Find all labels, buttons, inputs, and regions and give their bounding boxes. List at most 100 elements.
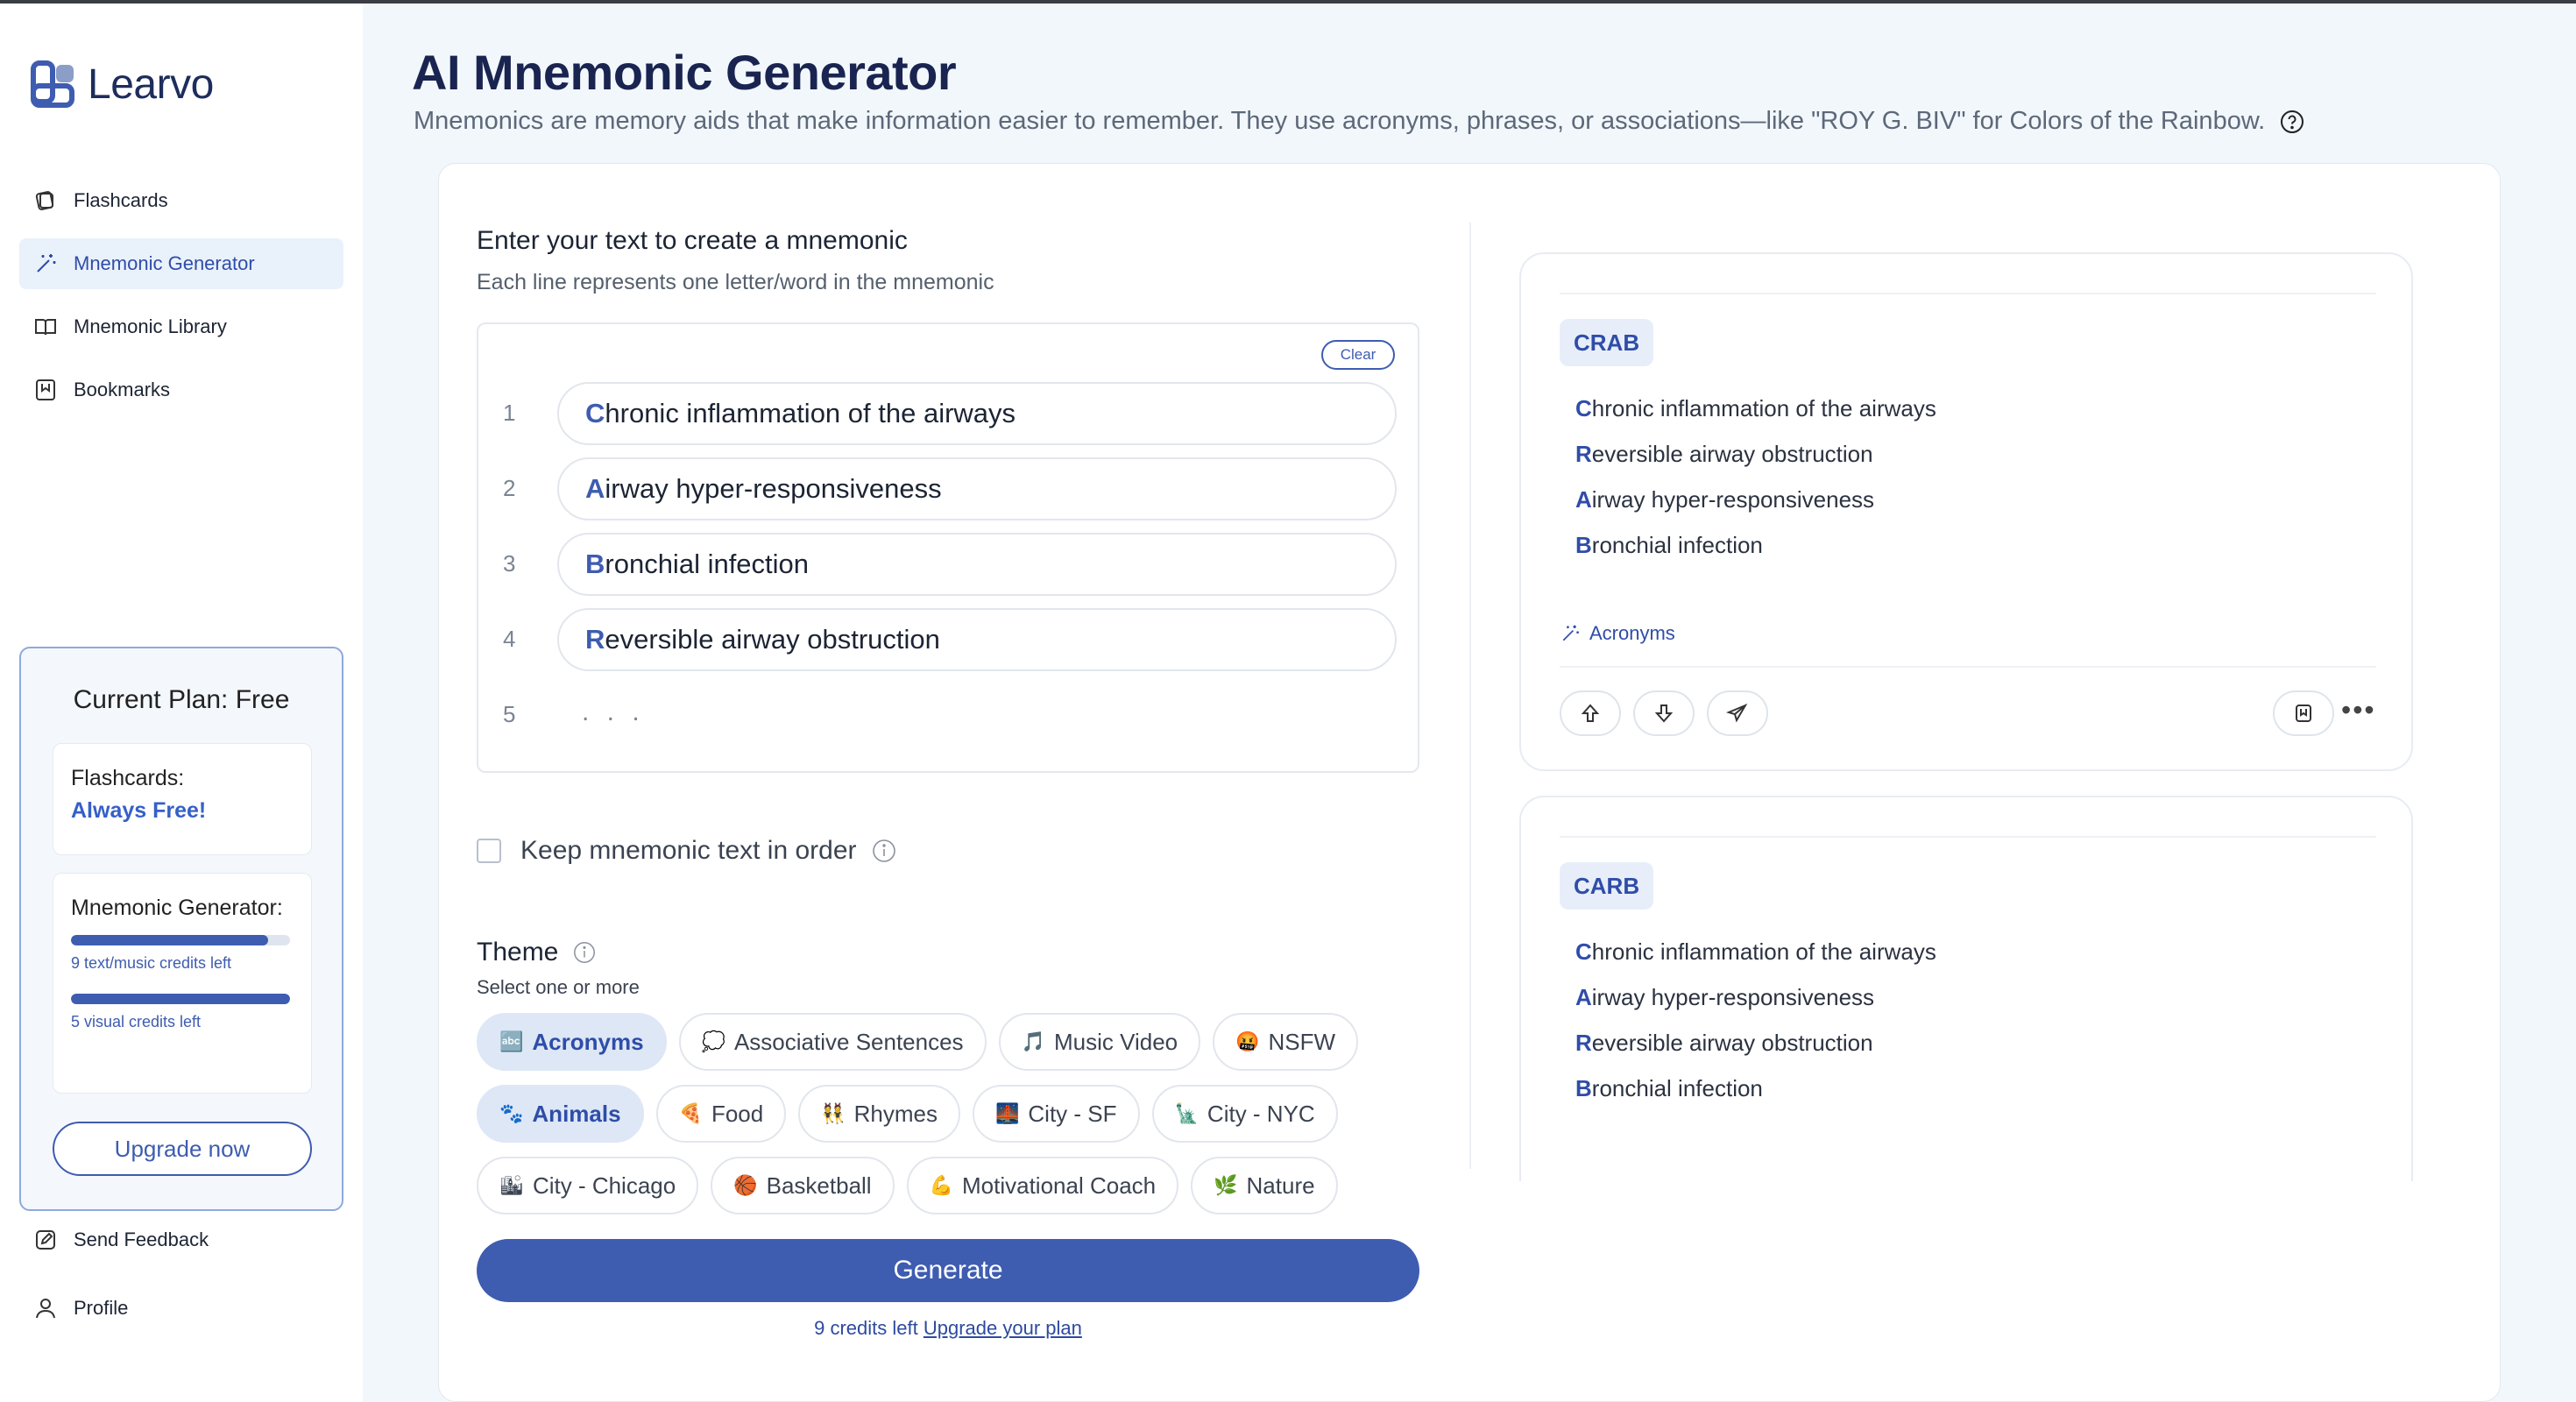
downvote-button[interactable]	[1633, 690, 1695, 736]
user-icon	[36, 1299, 55, 1319]
chip-label: NSFW	[1268, 1028, 1336, 1055]
result-line-text: ronchial infection	[1591, 1075, 1763, 1101]
result-first-letter: C	[1575, 395, 1592, 421]
sidebar-item-profile[interactable]: Profile	[19, 1283, 343, 1334]
bookmark-button[interactable]	[2273, 690, 2334, 736]
line-text: eversible airway obstruction	[605, 624, 940, 655]
result-line-text: irway hyper-responsiveness	[1591, 486, 1875, 513]
mnemonic-lines-editor: Clear 1 Chronic inflammation of the airw…	[477, 322, 1419, 773]
line-row: 3 Bronchial infection	[478, 533, 1418, 596]
theme-chip-acronyms[interactable]: 🔤 Acronyms	[477, 1013, 667, 1071]
line-text: ronchial infection	[605, 549, 810, 579]
chip-label: Nature	[1246, 1172, 1315, 1199]
theme-chip-nsfw[interactable]: 🤬 NSFW	[1213, 1013, 1359, 1071]
brand-name: Learvo	[88, 60, 214, 108]
send-icon	[1726, 703, 1748, 723]
line-text: hronic inflammation of the airways	[605, 398, 1016, 428]
sidebar-bottom-nav: Send Feedback Profile	[19, 1214, 343, 1346]
sidebar-item-label: Bookmarks	[74, 379, 171, 400]
credits-left-text: 9 credits left	[814, 1317, 918, 1339]
line-input[interactable]: Reversible airway obstruction	[557, 608, 1397, 671]
page-title: AI Mnemonic Generator	[412, 45, 957, 100]
line-first-letter: R	[585, 624, 605, 655]
chip-label: City - NYC	[1207, 1100, 1315, 1127]
sidebar-item-mnemonic-library[interactable]: Mnemonic Library	[19, 301, 343, 352]
dancers-emoji-icon: 👯	[821, 1102, 846, 1124]
info-icon[interactable]	[871, 838, 897, 864]
sidebar-item-label: Flashcards	[74, 189, 168, 211]
music-note-emoji-icon: 🎵	[1021, 1030, 1045, 1052]
herb-emoji-icon: 🌿	[1214, 1174, 1238, 1196]
keep-order-checkbox[interactable]	[477, 839, 501, 863]
sidebar-item-flashcards[interactable]: Flashcards	[19, 175, 343, 226]
chip-label: Acronyms	[532, 1028, 644, 1055]
empty-line-placeholder: . . .	[582, 697, 645, 726]
chip-label: Associative Sentences	[733, 1028, 964, 1055]
help-icon[interactable]	[2279, 109, 2305, 135]
upgrade-now-button[interactable]: Upgrade now	[53, 1122, 312, 1176]
theme-chip-food[interactable]: 🍕 Food	[655, 1085, 787, 1143]
line-first-letter: B	[585, 549, 605, 579]
arrow-down-icon	[1654, 705, 1674, 723]
brand-logo[interactable]: Learvo	[30, 60, 214, 109]
text-credits-bar	[71, 935, 290, 945]
cityscape-emoji-icon: 🏙	[499, 1174, 524, 1196]
page-subtitle-text: Mnemonics are memory aids that make info…	[414, 107, 2266, 135]
info-icon[interactable]	[572, 940, 597, 965]
theme-chip-motivational-coach[interactable]: 💪 Motivational Coach	[906, 1157, 1179, 1214]
page-subtitle: Mnemonics are memory aids that make info…	[414, 107, 2305, 136]
generate-button[interactable]: Generate	[477, 1239, 1419, 1302]
magic-wand-icon	[37, 254, 56, 273]
learvo-logo-icon	[31, 60, 74, 108]
result-line: Bronchial infection	[1575, 522, 1936, 568]
thought-bubble-emoji-icon: 💭	[701, 1030, 725, 1052]
line-row: 1 Chronic inflammation of the airways	[478, 382, 1418, 445]
cursing-face-emoji-icon: 🤬	[1235, 1030, 1260, 1052]
theme-chip-city-sf[interactable]: 🌉 City - SF	[973, 1085, 1140, 1143]
book-icon	[35, 319, 56, 336]
clear-button[interactable]: Clear	[1321, 340, 1395, 370]
flashcards-plan-value: Always Free!	[71, 798, 207, 823]
sidebar-item-label: Mnemonic Library	[74, 315, 227, 337]
sidebar-item-mnemonic-generator[interactable]: Mnemonic Generator	[19, 238, 343, 289]
line-input[interactable]: Chronic inflammation of the airways	[557, 382, 1397, 445]
result-line-text: irway hyper-responsiveness	[1591, 984, 1875, 1010]
result-line: Airway hyper-responsiveness	[1575, 974, 1936, 1020]
theme-chip-rhymes[interactable]: 👯 Rhymes	[798, 1085, 960, 1143]
cards-icon	[35, 191, 54, 210]
line-row-empty[interactable]: 5 . . .	[478, 683, 1418, 747]
text-credits-text: 9 text/music credits left	[71, 954, 232, 972]
theme-chip-music-video[interactable]: 🎵 Music Video	[998, 1013, 1201, 1071]
theme-chip-animals[interactable]: 🐾 Animals	[477, 1085, 644, 1143]
flashcards-plan-label: Flashcards:	[71, 766, 185, 790]
result-line: Airway hyper-responsiveness	[1575, 477, 1936, 522]
line-input[interactable]: Bronchial infection	[557, 533, 1397, 596]
theme-chip-nature[interactable]: 🌿 Nature	[1191, 1157, 1338, 1214]
result-line: Reversible airway obstruction	[1575, 1020, 1936, 1066]
line-input[interactable]: Airway hyper-responsiveness	[557, 457, 1397, 520]
line-number: 2	[503, 475, 516, 501]
result-line-text: ronchial infection	[1591, 532, 1763, 558]
abc-emoji-icon: 🔤	[499, 1030, 524, 1052]
theme-chip-city-chicago[interactable]: 🏙 City - Chicago	[477, 1157, 699, 1214]
sidebar-item-send-feedback[interactable]: Send Feedback	[19, 1214, 343, 1265]
theme-subtitle: Select one or more	[477, 976, 640, 998]
theme-chip-associative-sentences[interactable]: 💭 Associative Sentences	[678, 1013, 987, 1071]
theme-chip-basketball[interactable]: 🏀 Basketball	[711, 1157, 895, 1214]
result-first-letter: A	[1575, 486, 1592, 513]
theme-chip-city-nyc[interactable]: 🗽 City - NYC	[1151, 1085, 1338, 1143]
upgrade-plan-link[interactable]: Upgrade your plan	[924, 1317, 1082, 1339]
line-number: 5	[503, 701, 516, 727]
upvote-button[interactable]	[1560, 690, 1621, 736]
result-first-letter: R	[1575, 1030, 1592, 1056]
share-button[interactable]	[1707, 690, 1768, 736]
more-options-icon[interactable]: •••	[2341, 694, 2376, 726]
sidebar-item-bookmarks[interactable]: Bookmarks	[19, 365, 343, 415]
line-first-letter: C	[585, 398, 605, 428]
line-row: 4 Reversible airway obstruction	[478, 608, 1418, 671]
sidebar-item-label: Send Feedback	[74, 1229, 209, 1250]
line-text: irway hyper-responsiveness	[605, 473, 942, 504]
flashcards-plan-card: Flashcards: Always Free!	[53, 743, 312, 855]
result-first-letter: B	[1575, 1075, 1592, 1101]
feedback-icon	[36, 1230, 55, 1250]
